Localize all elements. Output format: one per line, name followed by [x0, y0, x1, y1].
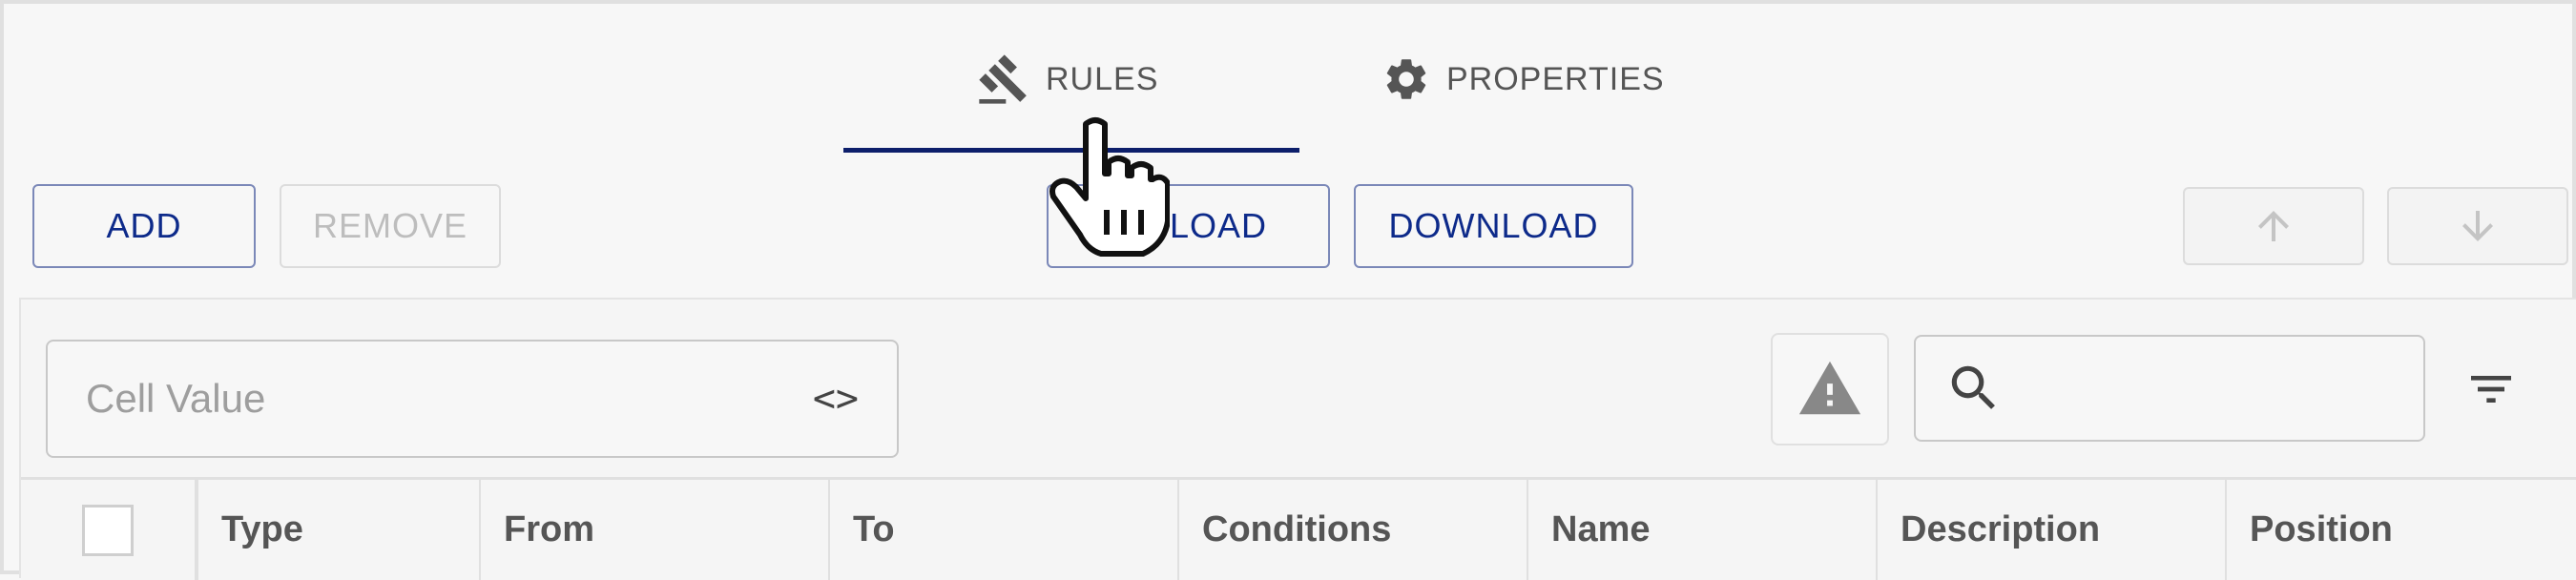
column-header-conditions[interactable]: Conditions	[1177, 480, 1527, 580]
filter-icon	[2471, 376, 2511, 403]
column-header-name[interactable]: Name	[1527, 480, 1876, 580]
rules-panel: Cell Value <> Type From To Conditions Na…	[19, 298, 2576, 580]
cell-value-input[interactable]: Cell Value <>	[46, 340, 899, 458]
download-button[interactable]: DOWNLOAD	[1354, 184, 1633, 268]
column-header-description[interactable]: Description	[1876, 480, 2225, 580]
remove-button[interactable]: REMOVE	[280, 184, 501, 268]
column-header-position[interactable]: Position	[2225, 480, 2559, 580]
arrow-up-icon	[2258, 211, 2289, 241]
move-up-button[interactable]	[2183, 187, 2364, 265]
filter-button[interactable]	[2458, 361, 2524, 418]
table-header: Type From To Conditions Name Description…	[21, 477, 2576, 580]
warning-icon	[1798, 361, 1861, 415]
arrow-down-icon	[2462, 211, 2493, 241]
column-header-from[interactable]: From	[479, 480, 828, 580]
warnings-button[interactable]	[1771, 333, 1889, 445]
cell-value-placeholder: Cell Value	[86, 376, 266, 421]
select-all-checkbox[interactable]	[82, 504, 134, 556]
tab-properties-label: PROPERTIES	[1446, 60, 1665, 97]
hand-cursor-icon	[1046, 114, 1171, 258]
gear-icon	[1381, 54, 1431, 104]
gavel-icon	[977, 52, 1030, 106]
tab-rules-label: RULES	[1046, 60, 1159, 97]
search-input[interactable]	[1914, 335, 2425, 442]
add-button[interactable]: ADD	[32, 184, 256, 268]
move-down-button[interactable]	[2387, 187, 2568, 265]
code-icon[interactable]: <>	[813, 377, 859, 421]
upload-button-label: LOAD	[1169, 206, 1267, 245]
column-header-to[interactable]: To	[828, 480, 1177, 580]
tab-rules[interactable]: RULES	[977, 46, 1158, 113]
column-header-type[interactable]: Type	[195, 480, 479, 580]
search-icon	[1951, 365, 1995, 409]
select-all-cell	[21, 480, 195, 580]
tab-properties[interactable]: PROPERTIES	[1381, 46, 1665, 113]
